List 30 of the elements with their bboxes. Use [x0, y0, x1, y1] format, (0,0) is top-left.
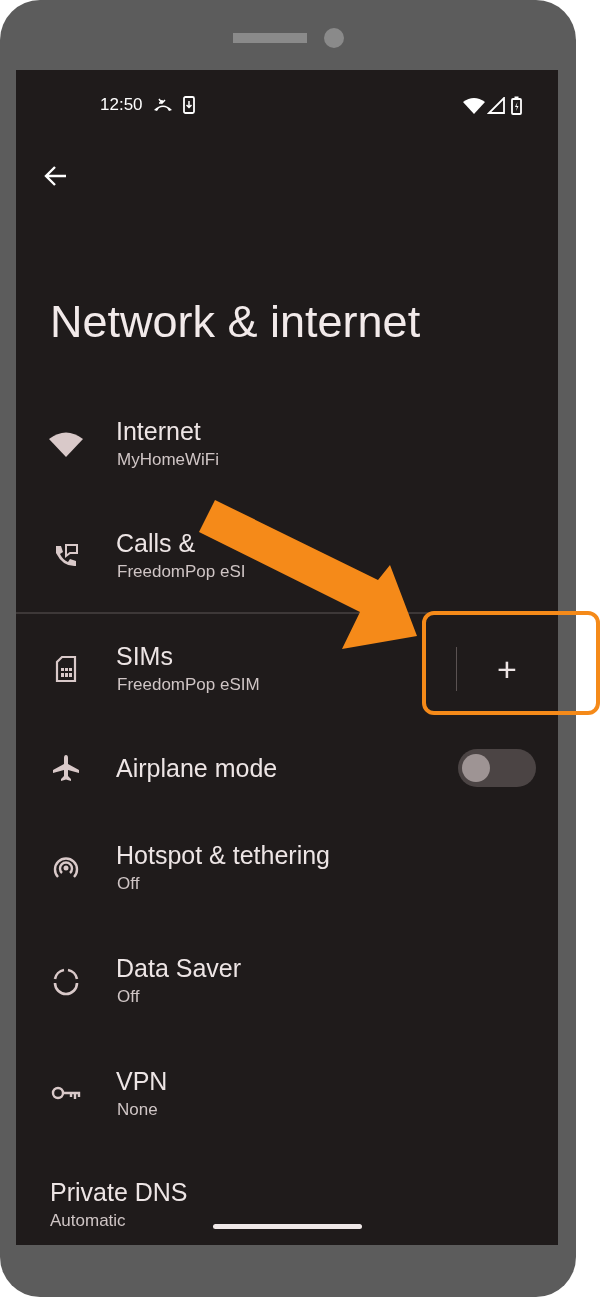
data-saver-icon	[51, 966, 81, 996]
setting-summary: FreedomPop eSIM	[116, 674, 260, 696]
airplane-toggle[interactable]	[458, 749, 536, 787]
back-arrow-icon	[43, 165, 67, 187]
setting-title[interactable]: Private DNS	[50, 1176, 188, 1208]
wifi-icon	[49, 431, 83, 457]
add-sim-button[interactable]: +	[477, 639, 537, 699]
page-title: Network & internet	[50, 295, 422, 349]
status-time: 12:50	[100, 94, 143, 117]
setting-summary: Off	[116, 986, 140, 1008]
signal-icon	[487, 96, 505, 114]
setting-summary: FreedomPop eSI	[116, 561, 246, 583]
airplane-icon	[52, 754, 80, 782]
wifi-icon	[463, 96, 485, 114]
setting-title[interactable]: SIMs	[116, 640, 173, 672]
setting-title[interactable]: Calls &	[116, 527, 196, 559]
phone-download-icon	[182, 96, 195, 114]
setting-title[interactable]: Hotspot & tethering	[116, 839, 330, 871]
phone-message-icon	[53, 543, 79, 569]
sim-card-icon	[55, 655, 77, 683]
setting-title[interactable]: Internet	[116, 415, 201, 447]
setting-summary: Automatic	[50, 1210, 126, 1232]
setting-title[interactable]: VPN	[116, 1065, 168, 1097]
setting-summary: MyHomeWiFi	[116, 449, 219, 471]
battery-icon	[511, 95, 522, 115]
setting-summary: None	[116, 1099, 158, 1121]
setting-title[interactable]: Airplane mode	[116, 752, 278, 784]
setting-summary: Off	[116, 873, 140, 895]
missed-call-icon	[152, 98, 173, 112]
setting-title[interactable]: Data Saver	[116, 952, 242, 984]
